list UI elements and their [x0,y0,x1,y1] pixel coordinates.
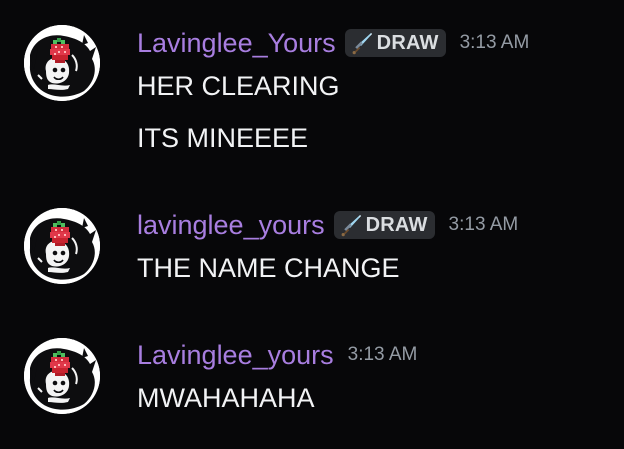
message-group: Lavinglee_yours 3:13 AM MWAHAHAHA [0,312,624,432]
guild-tag-label: DRAW [365,213,428,236]
message-group: Lavinglee_Yours DRAW 3:13 AM HER CLEARIN… [0,0,624,170]
avatar[interactable] [24,208,100,284]
username[interactable]: lavinglee_yours [137,208,325,242]
message-text: ITS MINEEEE [137,123,309,153]
message-header: Lavinglee_yours 3:13 AM [137,338,417,372]
sword-icon [350,31,374,55]
username[interactable]: Lavinglee_Yours [137,26,336,60]
guild-tag-badge[interactable]: DRAW [344,29,446,57]
message-header: lavinglee_yours DRAW 3:13 AM [137,208,518,242]
guild-tag-badge[interactable]: DRAW [333,211,435,239]
timestamp[interactable]: 3:13 AM [348,344,418,366]
timestamp[interactable]: 3:13 AM [449,214,519,236]
avatar[interactable] [24,25,100,101]
timestamp[interactable]: 3:13 AM [460,32,530,54]
strawberry-ghost-avatar-icon [24,338,100,414]
avatar[interactable] [24,338,100,414]
username[interactable]: Lavinglee_yours [137,338,334,372]
guild-tag-label: DRAW [376,31,439,54]
message-group: lavinglee_yours DRAW 3:13 AM THE NAME CH… [0,180,624,300]
message-text: HER CLEARING [137,71,340,101]
strawberry-ghost-avatar-icon [24,208,100,284]
message-text: THE NAME CHANGE [137,253,400,283]
message-text: MWAHAHAHA [137,383,315,413]
sword-icon [339,213,363,237]
message-header: Lavinglee_Yours DRAW 3:13 AM [137,26,529,60]
strawberry-ghost-avatar-icon [24,25,100,101]
